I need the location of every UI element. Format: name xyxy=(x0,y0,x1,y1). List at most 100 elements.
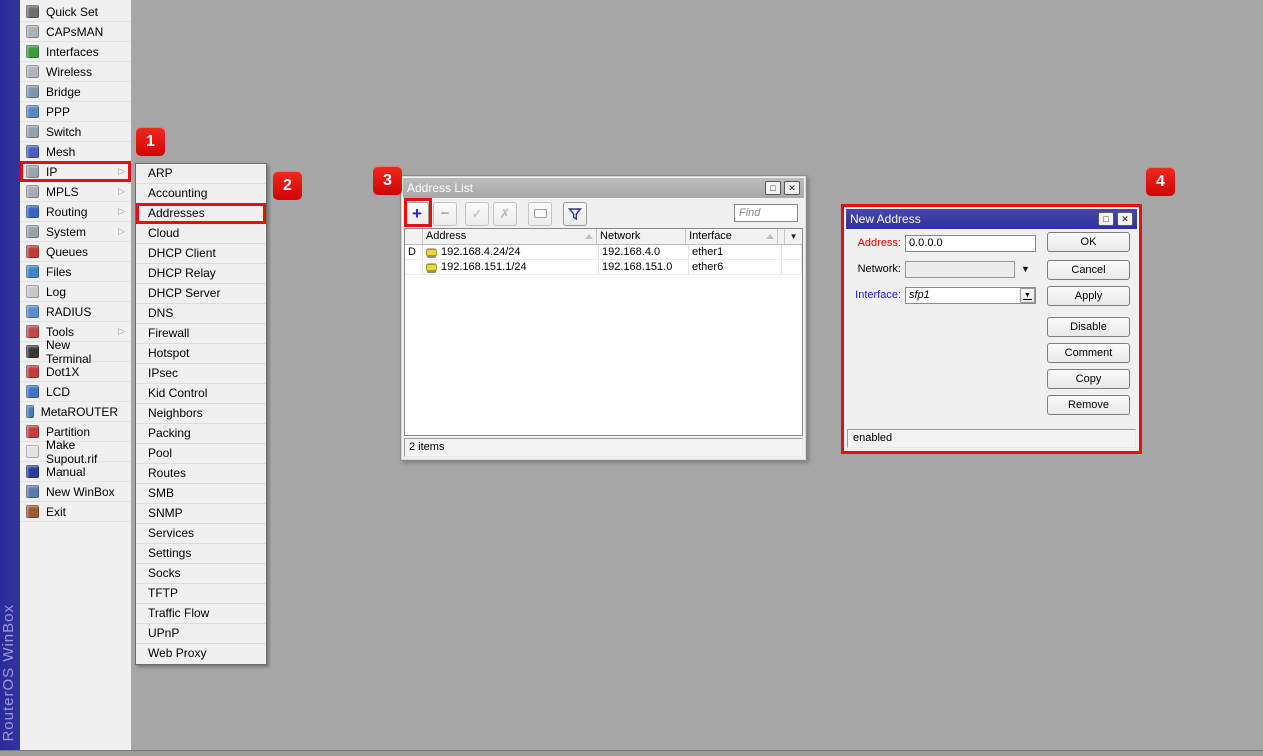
submenu-item-hotspot[interactable]: Hotspot xyxy=(136,344,266,364)
address-field[interactable] xyxy=(905,235,1036,252)
sidebar-item-mpls[interactable]: MPLS ▷ xyxy=(20,182,131,202)
gear-icon xyxy=(26,225,39,238)
disable-button[interactable]: ✗ xyxy=(493,202,517,226)
sidebar-item-new-winbox[interactable]: New WinBox ▷ xyxy=(20,482,131,502)
sidebar-item-make-supout[interactable]: Make Supout.rif ▷ xyxy=(20,442,131,462)
folder-icon xyxy=(26,265,39,278)
submenu-item-neighbors[interactable]: Neighbors xyxy=(136,404,266,424)
submenu-item-dhcp-relay[interactable]: DHCP Relay xyxy=(136,264,266,284)
sidebar-item-ppp[interactable]: PPP ▷ xyxy=(20,102,131,122)
sidebar-item-log[interactable]: Log ▷ xyxy=(20,282,131,302)
sidebar-item-metarouter[interactable]: MetaROUTER ▷ xyxy=(20,402,131,422)
close-icon[interactable]: ✕ xyxy=(1117,212,1133,226)
submenu-item-upnp[interactable]: UPnP xyxy=(136,624,266,644)
interface-dropdown-button[interactable]: ▼ xyxy=(1020,288,1035,303)
sidebar-item-exit[interactable]: Exit ▷ xyxy=(20,502,131,522)
column-header-filler xyxy=(778,229,785,244)
submenu-item-label: Pool xyxy=(148,446,172,460)
submenu-item-label: Accounting xyxy=(148,186,207,200)
sidebar-item-interfaces[interactable]: Interfaces ▷ xyxy=(20,42,131,62)
minus-icon: − xyxy=(441,205,450,222)
comment-button[interactable]: Comment xyxy=(1047,343,1130,363)
sidebar-item-dot1x[interactable]: Dot1X ▷ xyxy=(20,362,131,382)
table-row[interactable]: D 192.168.4.24/24 192.168.4.0 ether1 xyxy=(405,245,802,260)
sidebar-item-new-terminal[interactable]: New Terminal ▷ xyxy=(20,342,131,362)
dropdown-bar-arrow-icon: ▼ xyxy=(1023,292,1032,300)
table-row[interactable]: 192.168.151.1/24 192.168.151.0 ether6 xyxy=(405,260,802,275)
submenu-item-smb[interactable]: SMB xyxy=(136,484,266,504)
sidebar-item-bridge[interactable]: Bridge ▷ xyxy=(20,82,131,102)
step-badge-1: 1 xyxy=(136,127,165,156)
sidebar-item-system[interactable]: System ▷ xyxy=(20,222,131,242)
submenu-item-label: Settings xyxy=(148,546,191,560)
comment-icon xyxy=(534,209,547,218)
restore-icon[interactable]: □ xyxy=(765,181,781,195)
sidebar-item-lcd[interactable]: LCD ▷ xyxy=(20,382,131,402)
filter-button[interactable] xyxy=(563,202,587,226)
submenu-item-traffic-flow[interactable]: Traffic Flow xyxy=(136,604,266,624)
address-table: Address Network Interface ▼ D xyxy=(404,228,803,436)
submenu-item-label: ARP xyxy=(148,166,173,180)
column-header-address[interactable]: Address xyxy=(423,229,597,244)
submenu-item-snmp[interactable]: SNMP xyxy=(136,504,266,524)
sidebar-item-queues[interactable]: Queues ▷ xyxy=(20,242,131,262)
sidebar-item-wireless[interactable]: Wireless ▷ xyxy=(20,62,131,82)
enable-button[interactable]: ✓ xyxy=(465,202,489,226)
sidebar-item-manual[interactable]: Manual ▷ xyxy=(20,462,131,482)
submenu-item-tftp[interactable]: TFTP xyxy=(136,584,266,604)
submenu-item-accounting[interactable]: Accounting xyxy=(136,184,266,204)
column-header-flags[interactable] xyxy=(405,229,423,244)
remove-address-button[interactable]: − xyxy=(433,202,457,226)
ok-button[interactable]: OK xyxy=(1047,232,1130,252)
disable-button[interactable]: Disable xyxy=(1047,317,1130,337)
submenu-item-ipsec[interactable]: IPsec xyxy=(136,364,266,384)
sidebar-item-capsman[interactable]: CAPsMAN ▷ xyxy=(20,22,131,42)
submenu-item-dhcp-client[interactable]: DHCP Client xyxy=(136,244,266,264)
capsman-icon xyxy=(26,25,39,38)
sidebar-item-label: Partition xyxy=(46,425,118,439)
cancel-button[interactable]: Cancel xyxy=(1047,260,1130,280)
comment-button[interactable] xyxy=(528,202,552,226)
submenu-item-routes[interactable]: Routes xyxy=(136,464,266,484)
add-address-button[interactable]: + xyxy=(405,202,429,226)
submenu-item-web-proxy[interactable]: Web Proxy xyxy=(136,644,266,664)
submenu-item-packing[interactable]: Packing xyxy=(136,424,266,444)
submenu-item-settings[interactable]: Settings xyxy=(136,544,266,564)
submenu-item-pool[interactable]: Pool xyxy=(136,444,266,464)
submenu-item-dhcp-server[interactable]: DHCP Server xyxy=(136,284,266,304)
new-address-titlebar[interactable]: New Address □ ✕ xyxy=(846,209,1137,229)
address-list-titlebar[interactable]: Address List □ ✕ xyxy=(403,178,804,198)
remove-button[interactable]: Remove xyxy=(1047,395,1130,415)
sidebar-item-mesh[interactable]: Mesh ▷ xyxy=(20,142,131,162)
copy-button[interactable]: Copy xyxy=(1047,369,1130,389)
sidebar-item-routing[interactable]: Routing ▷ xyxy=(20,202,131,222)
network-field[interactable] xyxy=(905,261,1015,278)
column-header-interface[interactable]: Interface xyxy=(686,229,778,244)
wireless-icon xyxy=(26,65,39,78)
submenu-item-services[interactable]: Services xyxy=(136,524,266,544)
sidebar-item-switch[interactable]: Switch ▷ xyxy=(20,122,131,142)
column-header-network[interactable]: Network xyxy=(597,229,686,244)
apply-button[interactable]: Apply xyxy=(1047,286,1130,306)
sidebar-item-radius[interactable]: RADIUS ▷ xyxy=(20,302,131,322)
sidebar-item-label: Routing xyxy=(46,205,118,219)
submenu-item-arp[interactable]: ARP xyxy=(136,164,266,184)
sidebar-item-ip[interactable]: IP ▷ xyxy=(20,162,131,182)
interface-field[interactable] xyxy=(905,287,1036,304)
sidebar-item-label: Mesh xyxy=(46,145,118,159)
submenu-item-firewall[interactable]: Firewall xyxy=(136,324,266,344)
dropdown-arrow-icon[interactable]: ▼ xyxy=(1021,264,1030,274)
submenu-item-kid-control[interactable]: Kid Control xyxy=(136,384,266,404)
column-chooser-button[interactable]: ▼ xyxy=(785,229,802,244)
find-input[interactable] xyxy=(734,204,798,222)
address-icon xyxy=(426,264,437,271)
sidebar-item-files[interactable]: Files ▷ xyxy=(20,262,131,282)
submenu-item-cloud[interactable]: Cloud xyxy=(136,224,266,244)
brand-strip: RouterOS WinBox xyxy=(0,0,20,750)
submenu-item-addresses[interactable]: Addresses xyxy=(136,204,266,224)
sidebar-item-quick-set[interactable]: Quick Set ▷ xyxy=(20,2,131,22)
restore-icon[interactable]: □ xyxy=(1098,212,1114,226)
close-icon[interactable]: ✕ xyxy=(784,181,800,195)
submenu-item-dns[interactable]: DNS xyxy=(136,304,266,324)
submenu-item-socks[interactable]: Socks xyxy=(136,564,266,584)
